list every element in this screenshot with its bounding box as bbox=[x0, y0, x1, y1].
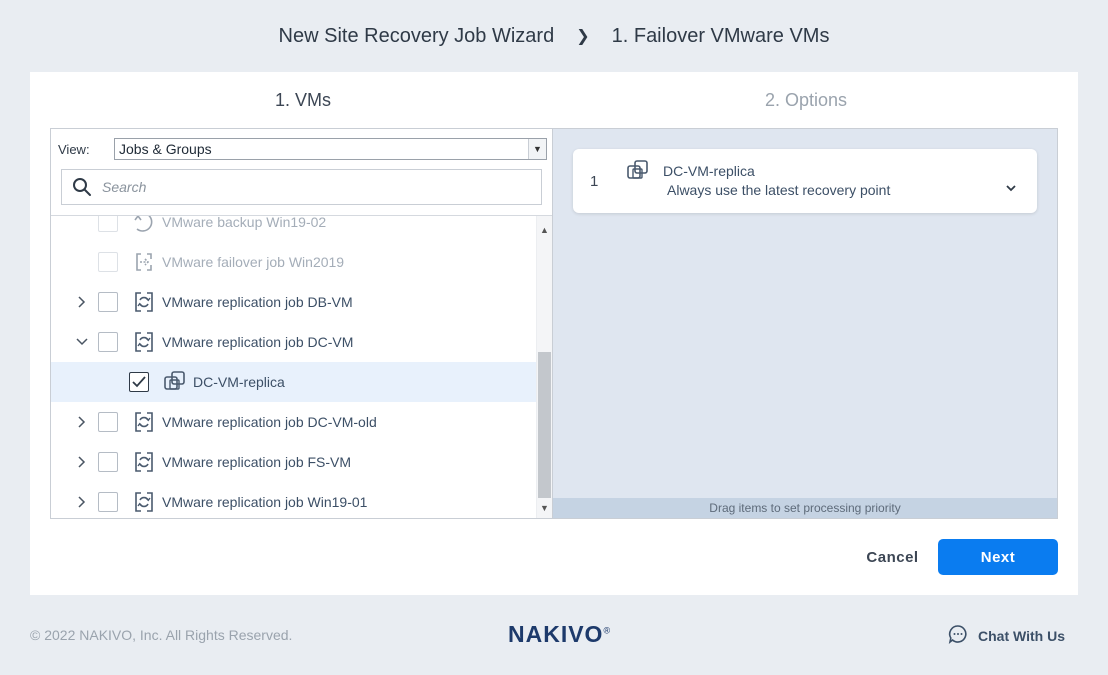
chevron-down-icon[interactable] bbox=[1006, 179, 1016, 197]
chevron-right-icon[interactable] bbox=[71, 296, 93, 308]
tree-checkbox-checked[interactable] bbox=[129, 372, 149, 392]
selected-items-pane: 1 DC-VM-replica Always use the latest re… bbox=[553, 128, 1058, 519]
replication-job-icon bbox=[132, 450, 156, 474]
view-label: View: bbox=[58, 141, 90, 157]
vm-replica-icon bbox=[626, 159, 650, 188]
vm-replica-icon bbox=[163, 370, 187, 394]
tree-row-label: VMware replication job DC-VM-old bbox=[162, 414, 377, 430]
search-box[interactable] bbox=[61, 169, 542, 205]
backup-job-icon bbox=[132, 216, 156, 234]
wizard-header: New Site Recovery Job Wizard ❯ 1. Failov… bbox=[0, 0, 1108, 72]
cancel-button[interactable]: Cancel bbox=[850, 542, 935, 572]
tree-row-label: VMware failover job Win2019 bbox=[162, 254, 345, 270]
tree-scrollbar[interactable]: ▲ ▼ bbox=[536, 216, 552, 518]
failover-job-icon bbox=[132, 250, 156, 274]
step-title: 1. Failover VMware VMs bbox=[611, 24, 830, 47]
tree-row-label: VMware replication job FS-VM bbox=[162, 454, 352, 470]
chevron-down-icon[interactable] bbox=[71, 337, 93, 347]
tree-checkbox[interactable] bbox=[98, 292, 118, 312]
copyright: © 2022 NAKIVO, Inc. All Rights Reserved. bbox=[30, 627, 293, 643]
selected-item-index: 1 bbox=[590, 173, 599, 190]
replication-job-icon bbox=[132, 410, 156, 434]
drag-hint: Drag items to set processing priority bbox=[553, 498, 1057, 518]
tree-row[interactable]: VMware replication job DC-VM-old bbox=[51, 402, 536, 442]
tree-row[interactable]: VMware backup Win19-02 bbox=[51, 216, 536, 242]
chevron-right-icon[interactable] bbox=[71, 496, 93, 508]
replication-job-icon bbox=[132, 490, 156, 514]
scroll-down-icon[interactable]: ▼ bbox=[537, 500, 552, 516]
selected-item-card[interactable]: 1 DC-VM-replica Always use the latest re… bbox=[573, 149, 1037, 213]
step-options[interactable]: 2. Options bbox=[765, 90, 847, 111]
tree-row[interactable]: VMware replication job FS-VM bbox=[51, 442, 536, 482]
scrollbar-thumb[interactable] bbox=[538, 352, 551, 498]
view-select[interactable]: Jobs & Groups ▼ bbox=[114, 138, 547, 160]
chat-bubble-icon bbox=[948, 624, 968, 647]
next-button[interactable]: Next bbox=[938, 539, 1058, 575]
step-vms[interactable]: 1. VMs bbox=[275, 90, 331, 111]
inventory-pane: View: Jobs & Groups ▼ VMware backup Win1… bbox=[50, 128, 553, 519]
chat-label: Chat With Us bbox=[978, 627, 1065, 644]
tree-row[interactable]: VMware failover job Win2019 bbox=[51, 242, 536, 282]
tree-checkbox[interactable] bbox=[98, 452, 118, 472]
tree-checkbox[interactable] bbox=[98, 332, 118, 352]
wizard-title: New Site Recovery Job Wizard bbox=[278, 24, 555, 47]
wizard-steps: 1. VMs 2. Options bbox=[30, 72, 1078, 128]
tree-row-label: VMware replication job Win19-01 bbox=[162, 494, 368, 510]
wizard-panel: 1. VMs 2. Options View: Jobs & Groups ▼ bbox=[30, 72, 1078, 595]
tree-row-label: VMware backup Win19-02 bbox=[162, 216, 327, 230]
search-input[interactable] bbox=[102, 179, 522, 195]
logo-text: NAKIVO bbox=[508, 621, 604, 647]
tree-row[interactable]: VMware replication job Win19-01 bbox=[51, 482, 536, 518]
chevron-right-icon[interactable] bbox=[71, 456, 93, 468]
selected-item-name: DC-VM-replica bbox=[663, 163, 755, 179]
view-row: View: Jobs & Groups ▼ bbox=[58, 138, 547, 160]
tree-row-label: VMware replication job DC-VM bbox=[162, 334, 354, 350]
view-select-value: Jobs & Groups bbox=[119, 141, 212, 157]
scroll-up-icon[interactable]: ▲ bbox=[537, 222, 552, 238]
tree-row-label: DC-VM-replica bbox=[193, 374, 285, 390]
chevron-down-icon[interactable]: ▼ bbox=[528, 139, 546, 159]
chat-with-us-link[interactable]: Chat With Us bbox=[948, 624, 1065, 647]
search-icon bbox=[62, 177, 102, 197]
tree-row-label: VMware replication job DB-VM bbox=[162, 294, 353, 310]
selected-item-recovery-point: Always use the latest recovery point bbox=[667, 182, 891, 198]
tree-checkbox[interactable] bbox=[98, 252, 118, 272]
registered-mark: ® bbox=[603, 625, 612, 636]
tree-row[interactable]: VMware replication job DB-VM bbox=[51, 282, 536, 322]
chevron-right-icon[interactable] bbox=[71, 416, 93, 428]
breadcrumb-separator-icon: ❯ bbox=[576, 28, 590, 45]
replication-job-icon bbox=[132, 330, 156, 354]
tree-checkbox[interactable] bbox=[98, 216, 118, 232]
tree-row[interactable]: VMware replication job DC-VM bbox=[51, 322, 536, 362]
tree-row-selected[interactable]: DC-VM-replica bbox=[51, 362, 536, 402]
inventory-tree: VMware backup Win19-02 VMware failover j… bbox=[51, 216, 536, 518]
replication-job-icon bbox=[132, 290, 156, 314]
tree-checkbox[interactable] bbox=[98, 412, 118, 432]
tree-checkbox[interactable] bbox=[98, 492, 118, 512]
nakivo-logo: NAKIVO® bbox=[508, 621, 611, 648]
